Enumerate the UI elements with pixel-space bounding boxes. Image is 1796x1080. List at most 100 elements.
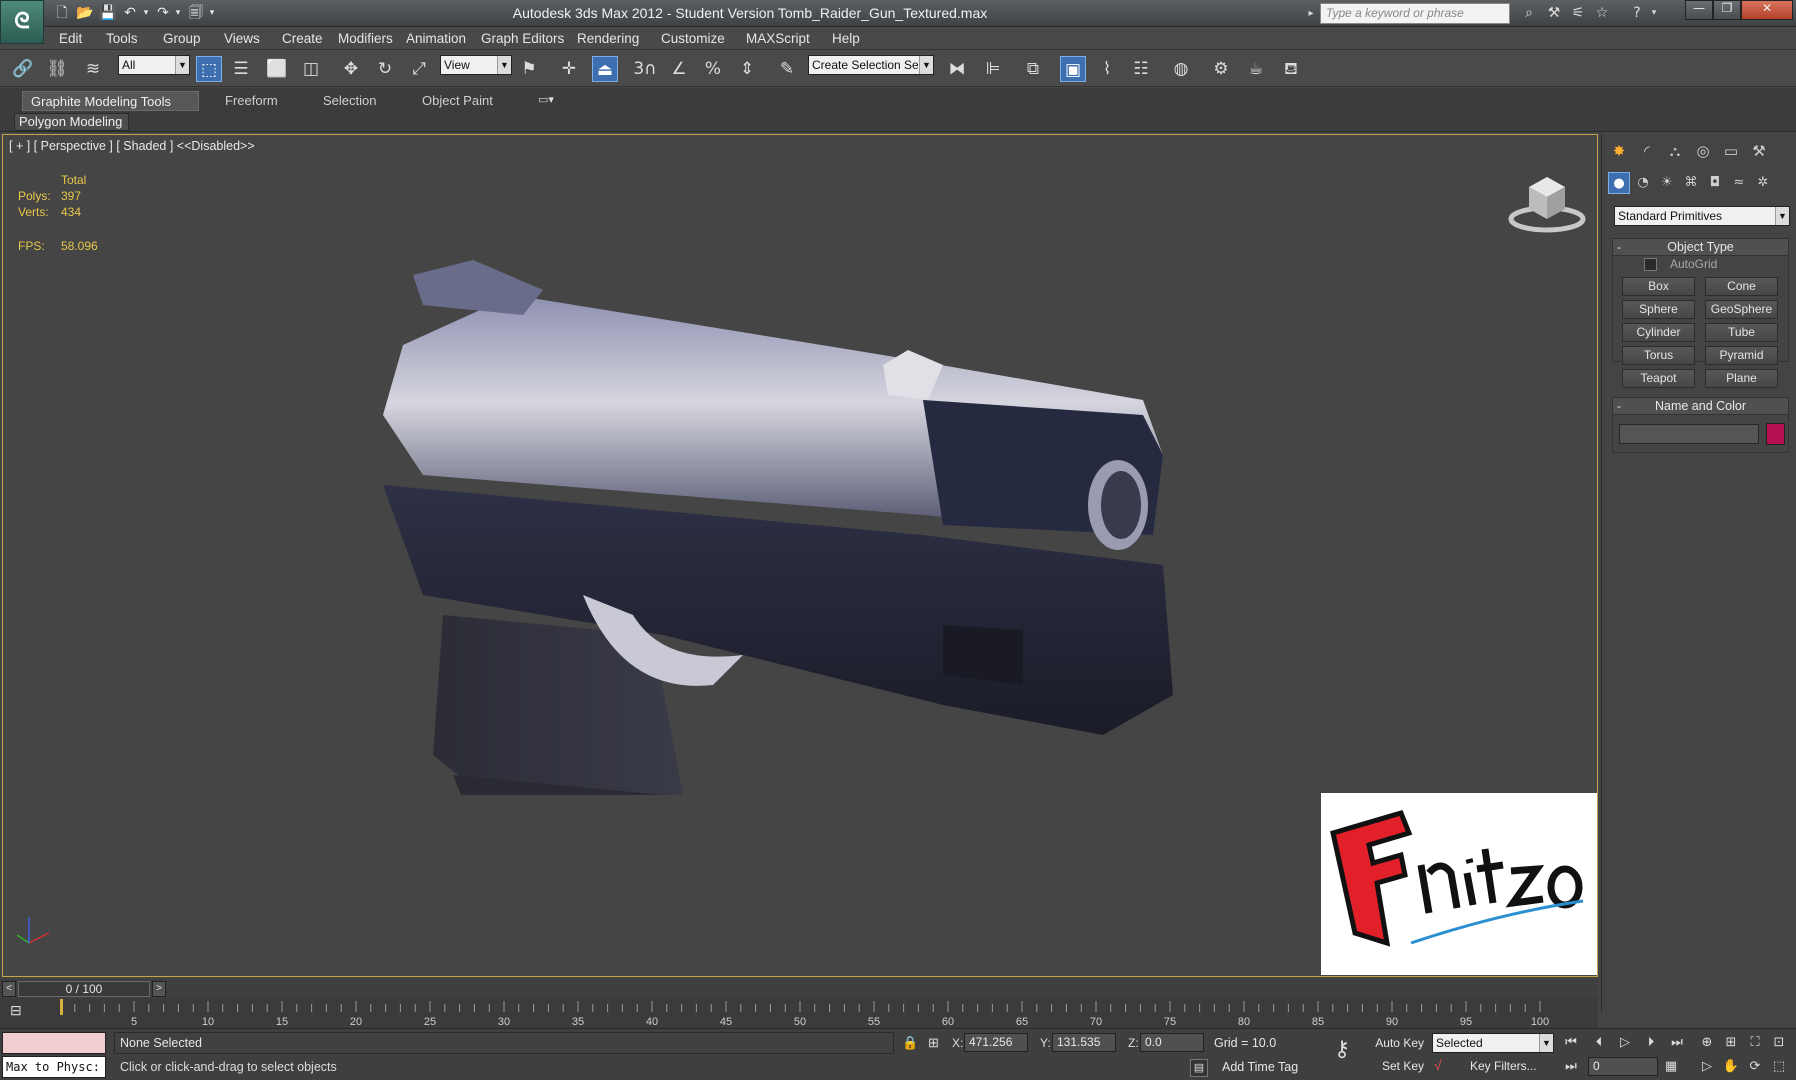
geosphere-button[interactable]: GeoSphere xyxy=(1705,300,1778,319)
frame-ruler[interactable]: 5 10 15 20 25 30 35 40 45 50 55 60 65 70 75 80 85 90 95 100 xyxy=(60,998,1560,1028)
tab-object-paint[interactable]: Object Paint xyxy=(414,91,501,111)
menu-customize[interactable]: Customize xyxy=(661,27,725,50)
menu-graph-editors[interactable]: Graph Editors xyxy=(481,27,564,50)
autogrid-checkbox[interactable] xyxy=(1644,258,1657,271)
helpers-icon[interactable]: ◘ xyxy=(1704,172,1726,194)
cone-button[interactable]: Cone xyxy=(1705,277,1778,296)
project-folder-icon[interactable]: 🗐 xyxy=(186,3,206,23)
reference-coordinate-dropdown[interactable]: View ▼ xyxy=(440,55,512,75)
application-menu-button[interactable]: ᘓ xyxy=(0,0,44,44)
menu-group[interactable]: Group xyxy=(163,27,201,50)
binoculars-icon[interactable]: ⌕ xyxy=(1518,3,1540,24)
select-object-icon[interactable]: ⬚ xyxy=(196,56,222,82)
search-expand-icon[interactable]: ▸ xyxy=(1300,3,1322,24)
time-slider-thumb[interactable]: 0 / 100 xyxy=(18,981,150,997)
close-button[interactable]: ✕ xyxy=(1741,0,1793,20)
menu-views[interactable]: Views xyxy=(224,27,260,50)
time-configuration-icon[interactable]: ▦ xyxy=(1660,1056,1682,1078)
cylinder-button[interactable]: Cylinder xyxy=(1622,323,1695,342)
zoom-extents-icon[interactable]: ⛶ xyxy=(1744,1032,1766,1054)
unlink-selection-icon[interactable]: ⛓ xyxy=(44,56,70,82)
snaps-toggle-icon[interactable]: 3∩ xyxy=(632,56,658,82)
sphere-button[interactable]: Sphere xyxy=(1622,300,1695,319)
create-tab-icon[interactable]: ✸ xyxy=(1606,138,1632,164)
next-frame-arrow-icon[interactable]: > xyxy=(152,981,166,997)
tab-graphite-modeling-tools[interactable]: Graphite Modeling Tools xyxy=(22,91,199,111)
polygon-modeling-panel[interactable]: Polygon Modeling xyxy=(14,113,129,131)
gun-model[interactable] xyxy=(383,235,1283,795)
mini-curve-editor-icon[interactable]: ⊟ xyxy=(10,1002,36,1022)
plane-button[interactable]: Plane xyxy=(1705,369,1778,388)
tab-selection[interactable]: Selection xyxy=(315,91,384,111)
hierarchy-tab-icon[interactable]: ⛬ xyxy=(1662,138,1688,164)
undo-icon[interactable]: ↶ xyxy=(120,3,140,23)
window-crossing-icon[interactable]: ◫ xyxy=(298,56,324,82)
select-and-move-icon[interactable]: ✥ xyxy=(338,56,364,82)
object-type-rollout-header[interactable]: - Object Type xyxy=(1612,238,1789,256)
shapes-icon[interactable]: ◔ xyxy=(1632,172,1654,194)
zoom-all-icon[interactable]: ⊞ xyxy=(1720,1032,1742,1054)
current-frame-marker[interactable] xyxy=(60,999,63,1015)
angle-snap-icon[interactable]: ∠ xyxy=(666,56,692,82)
select-by-name-icon[interactable]: ☰ xyxy=(228,56,254,82)
zoom-extents-all-icon[interactable]: ⊡ xyxy=(1768,1032,1790,1054)
help-dropdown-icon[interactable]: ▾ xyxy=(1648,3,1660,24)
lights-icon[interactable]: ☀ xyxy=(1656,172,1678,194)
infocenter-search-input[interactable]: Type a keyword or phrase xyxy=(1320,3,1510,24)
y-coord-field[interactable]: 131.535 xyxy=(1052,1033,1116,1052)
key-filters-button[interactable]: Key Filters... xyxy=(1470,1056,1550,1077)
render-setup-icon[interactable]: ⚙ xyxy=(1208,56,1234,82)
viewport-label-menu[interactable]: [ + ] [ Perspective ] [ Shaded ] <<Disab… xyxy=(9,139,255,153)
space-warps-icon[interactable]: ≈ xyxy=(1728,172,1750,194)
ribbon-options-icon[interactable]: ▭▾ xyxy=(538,93,560,109)
menu-edit[interactable]: Edit xyxy=(59,27,82,50)
graphite-modeling-tools-toggle-icon[interactable]: ▣ xyxy=(1060,56,1086,82)
torus-button[interactable]: Torus xyxy=(1622,346,1695,365)
help-icon[interactable]: ? xyxy=(1626,3,1648,24)
key-mode-dropdown[interactable]: Selected ▼ xyxy=(1432,1033,1554,1053)
rectangular-selection-region-icon[interactable]: ⬜ xyxy=(264,56,290,82)
menu-animation[interactable]: Animation xyxy=(406,27,466,50)
tab-freeform[interactable]: Freeform xyxy=(217,91,286,111)
box-button[interactable]: Box xyxy=(1622,277,1695,296)
teapot-button[interactable]: Teapot xyxy=(1622,369,1695,388)
menu-tools[interactable]: Tools xyxy=(106,27,138,50)
menu-modifiers[interactable]: Modifiers xyxy=(338,27,393,50)
track-bar[interactable]: ⊟ 5 10 15 20 25 30 35 40 45 50 55 60 65 70 75 80 85 90 95 1… xyxy=(0,998,1598,1028)
curve-editor-icon[interactable]: ⌇ xyxy=(1094,56,1120,82)
object-category-dropdown[interactable]: Standard Primitives ▼ xyxy=(1614,206,1790,226)
motion-tab-icon[interactable]: ◎ xyxy=(1690,138,1716,164)
redo-dropdown-icon[interactable]: ▾ xyxy=(172,3,184,23)
systems-icon[interactable]: ✲ xyxy=(1752,172,1774,194)
tube-button[interactable]: Tube xyxy=(1705,323,1778,342)
keyboard-shortcut-override-icon[interactable]: ⏏ xyxy=(592,56,618,82)
time-tag-icon[interactable]: ▤ xyxy=(1190,1059,1208,1077)
field-of-view-icon[interactable]: ▷ xyxy=(1696,1056,1718,1078)
percent-snap-icon[interactable]: % xyxy=(700,56,726,82)
render-production-icon[interactable]: ⛾ xyxy=(1278,56,1304,82)
orbit-icon[interactable]: ⟳ xyxy=(1744,1056,1766,1078)
next-frame-icon[interactable]: ⏵ xyxy=(1640,1032,1662,1054)
save-file-icon[interactable]: 💾 xyxy=(98,3,118,23)
perspective-viewport[interactable]: [ + ] [ Perspective ] [ Shaded ] <<Disab… xyxy=(2,134,1598,977)
add-time-tag-button[interactable]: Add Time Tag xyxy=(1222,1056,1298,1078)
undo-dropdown-icon[interactable]: ▾ xyxy=(140,3,152,23)
communication-center-icon[interactable]: ⚟ xyxy=(1567,3,1589,24)
name-and-color-rollout-header[interactable]: - Name and Color xyxy=(1612,397,1789,415)
absolute-mode-transform-icon[interactable]: ⊞ xyxy=(928,1032,939,1054)
go-to-start-icon[interactable]: ⏮ xyxy=(1560,1032,1582,1054)
maximize-viewport-icon[interactable]: ⬚ xyxy=(1768,1056,1790,1078)
key-mode-toggle-icon[interactable]: ⏭ xyxy=(1560,1056,1582,1078)
restore-button[interactable]: ❐ xyxy=(1713,0,1741,20)
new-file-icon[interactable]: 🗋 xyxy=(52,3,72,23)
layer-manager-icon[interactable]: ⧉ xyxy=(1020,56,1046,82)
mirror-icon[interactable]: ⧓ xyxy=(944,56,970,82)
play-icon[interactable]: ▷ xyxy=(1614,1032,1636,1054)
edit-named-selection-icon[interactable]: ✎ xyxy=(774,56,800,82)
select-and-rotate-icon[interactable]: ↻ xyxy=(372,56,398,82)
maxscript-listener-input[interactable] xyxy=(2,1032,106,1054)
open-file-icon[interactable]: 📂 xyxy=(75,3,95,23)
modify-tab-icon[interactable]: ◜ xyxy=(1634,138,1660,164)
schematic-view-icon[interactable]: ☷ xyxy=(1128,56,1154,82)
redo-icon[interactable]: ↷ xyxy=(153,3,173,23)
